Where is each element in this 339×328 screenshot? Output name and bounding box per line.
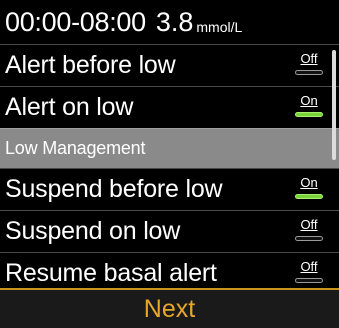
toggle-suspend-before-low[interactable]: On — [295, 175, 323, 205]
time-range: 00:00-08:00 — [5, 6, 146, 37]
setting-row-alert-on-low[interactable]: Alert on low On — [0, 86, 339, 128]
toggle-track — [295, 278, 323, 283]
glucose-unit: mmol/L — [196, 19, 243, 35]
scrollbar[interactable] — [332, 50, 336, 160]
toggle-state-label: Off — [300, 217, 318, 232]
setting-label: Resume basal alert — [5, 259, 217, 287]
setting-label: Alert before low — [5, 51, 176, 79]
toggle-alert-before-low[interactable]: Off — [295, 51, 323, 81]
toggle-state-label: On — [300, 175, 318, 190]
toggle-suspend-on-low[interactable]: Off — [295, 217, 323, 247]
setting-label: Suspend on low — [5, 217, 181, 245]
setting-row-suspend-on-low[interactable]: Suspend on low Off — [0, 210, 339, 252]
glucose-threshold-value: 3.8 — [155, 6, 194, 37]
header-bar: 00:00-08:00 3.8 mmol/L — [0, 0, 339, 44]
section-header-low-management: Low Management — [0, 128, 339, 168]
toggle-track — [295, 236, 323, 241]
toggle-track — [295, 194, 323, 199]
setting-row-alert-before-low[interactable]: Alert before low Off — [0, 44, 339, 86]
next-label: Next — [143, 294, 196, 323]
toggle-state-label: On — [300, 93, 318, 108]
toggle-track — [295, 112, 323, 117]
section-label: Low Management — [5, 138, 146, 158]
next-button[interactable]: Next — [0, 288, 339, 328]
setting-label: Alert on low — [5, 93, 134, 121]
setting-label: Suspend before low — [5, 175, 223, 203]
setting-row-suspend-before-low[interactable]: Suspend before low On — [0, 168, 339, 210]
toggle-state-label: Off — [300, 51, 318, 66]
toggle-track — [295, 70, 323, 75]
toggle-state-label: Off — [300, 259, 318, 274]
toggle-resume-basal-alert[interactable]: Off — [295, 259, 323, 289]
pump-screen: 00:00-08:00 3.8 mmol/L Alert before low … — [0, 0, 339, 328]
toggle-alert-on-low[interactable]: On — [295, 93, 323, 123]
